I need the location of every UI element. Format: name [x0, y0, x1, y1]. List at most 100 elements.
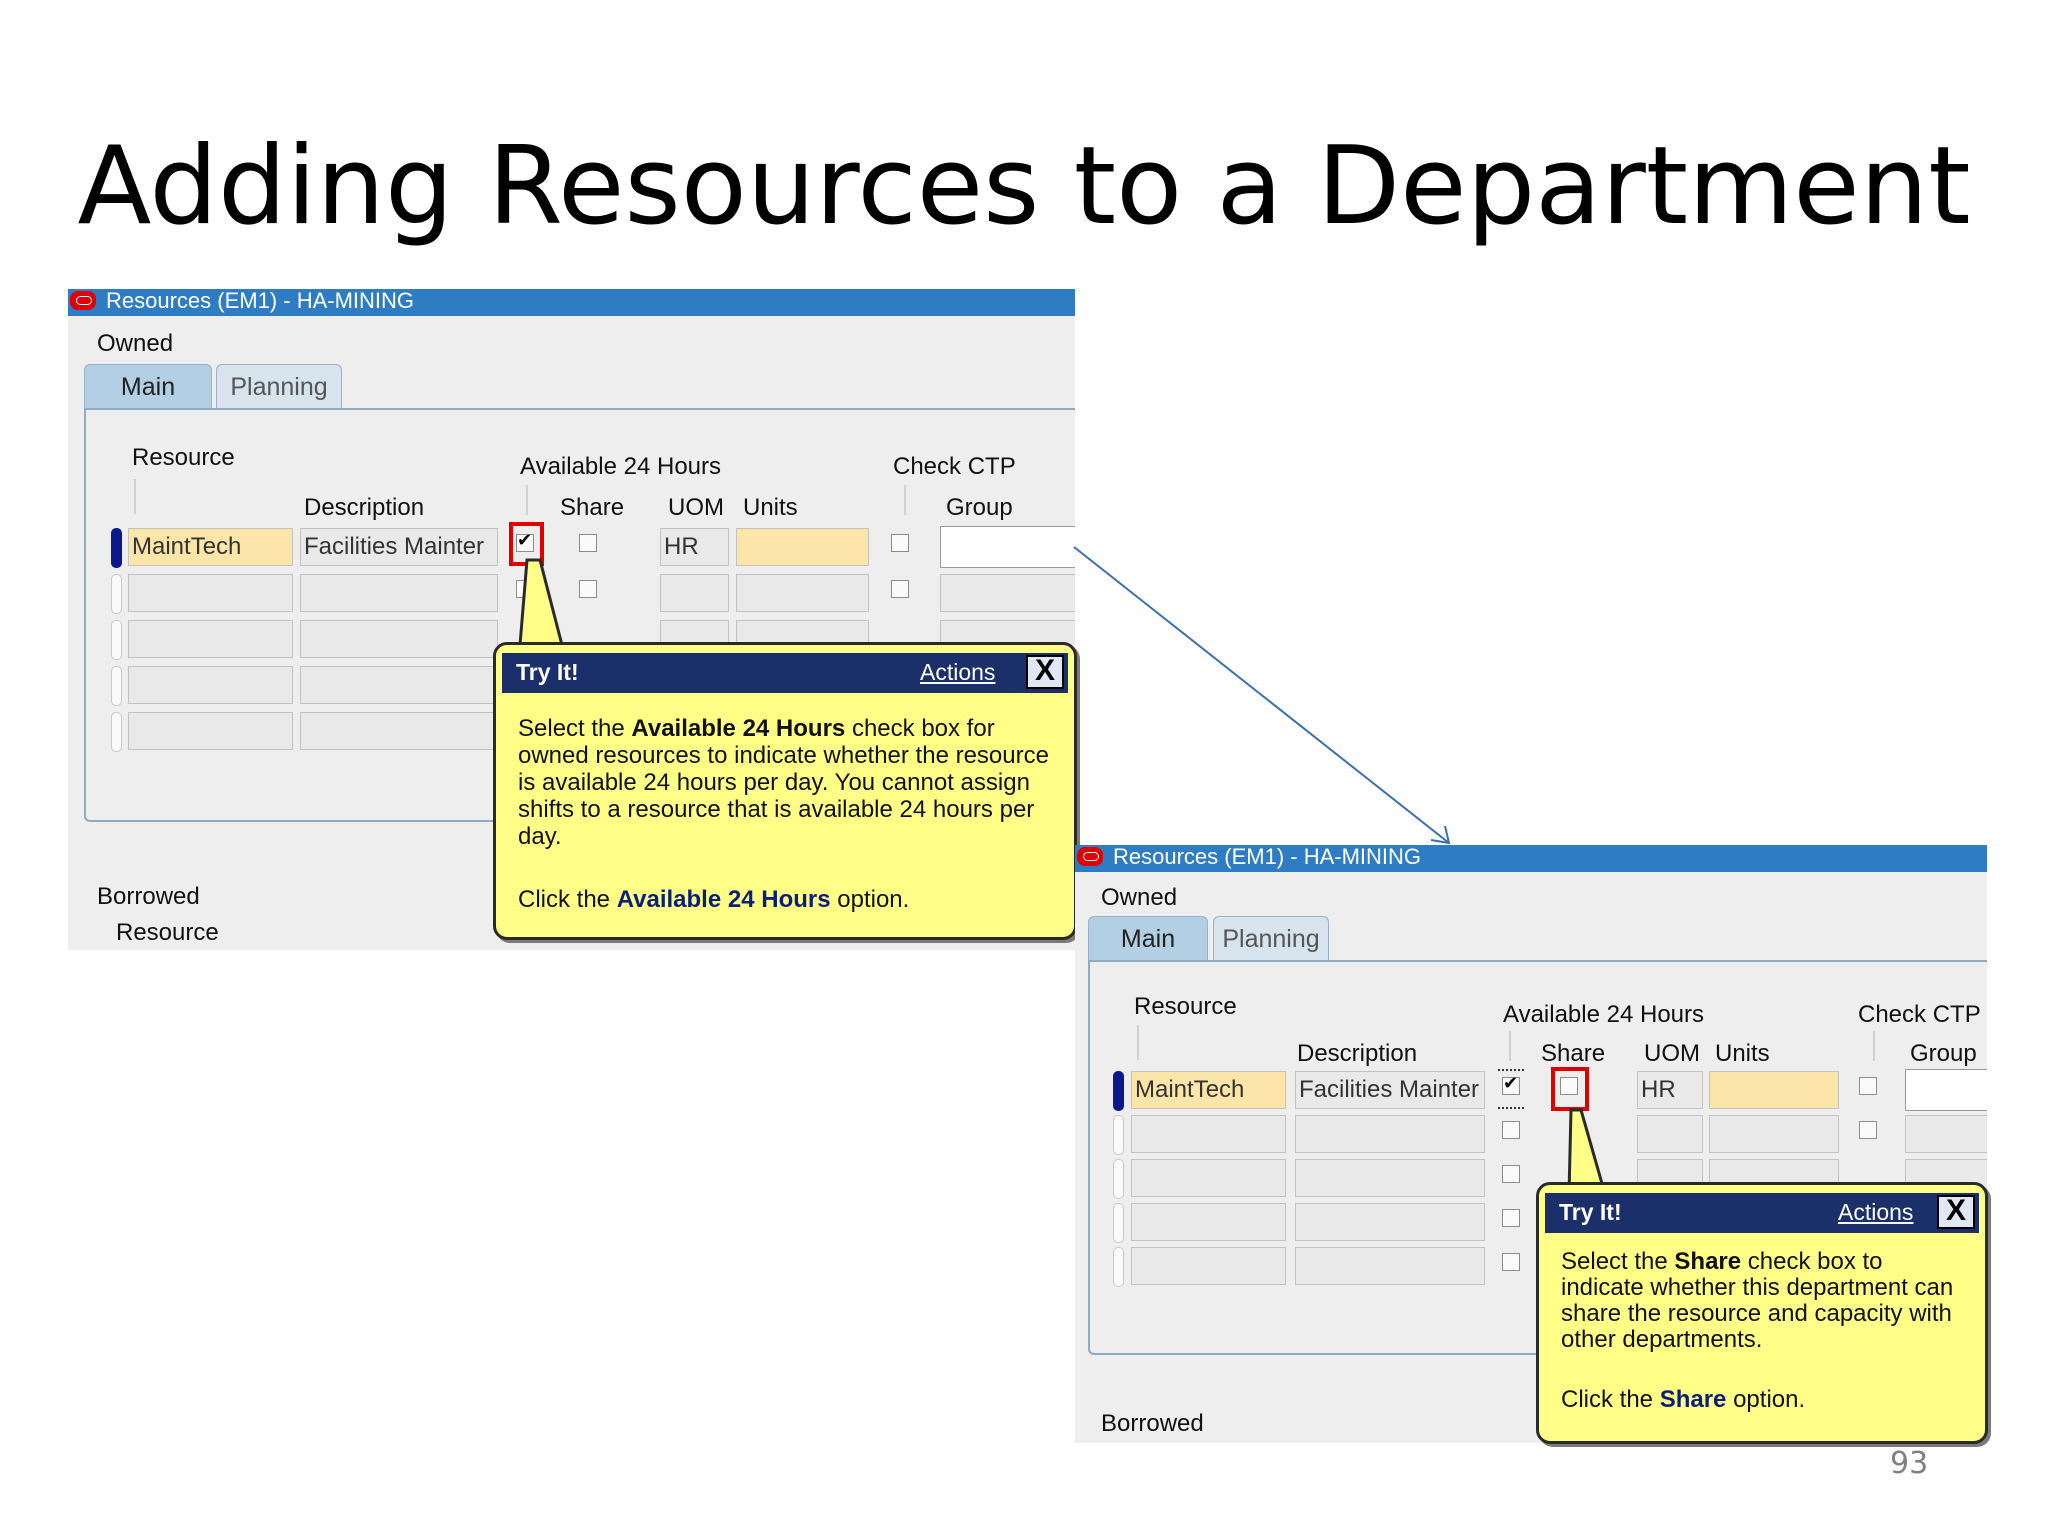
callout-action-text: Click the Share option.: [1561, 1386, 1806, 1413]
resource-field[interactable]: [128, 620, 293, 658]
row-indicator[interactable]: [111, 620, 122, 660]
description-field[interactable]: [300, 666, 498, 704]
available-24-hours-checkbox[interactable]: [1502, 1209, 1520, 1227]
description-header: Description: [1297, 1040, 1418, 1067]
row-indicator[interactable]: [1113, 1159, 1124, 1199]
check-ctp-header: Check CTP: [893, 453, 1016, 480]
window-titlebar: Resources (EM1) - HA-MINING: [1075, 845, 1987, 872]
column-separator: [1873, 1031, 1875, 1061]
column-separator: [1509, 1031, 1511, 1061]
share-header: Share: [1541, 1040, 1606, 1067]
check-ctp-checkbox[interactable]: [1859, 1121, 1877, 1139]
row-indicator[interactable]: [111, 666, 122, 706]
try-it-title: Try It!: [1559, 1199, 1622, 1225]
resource-field[interactable]: [128, 574, 293, 612]
resource-field[interactable]: [1131, 1247, 1286, 1285]
page-number: 93: [1890, 1446, 1929, 1481]
tab-main[interactable]: Main: [1088, 916, 1208, 961]
units-header: Units: [1715, 1040, 1770, 1067]
actions-link[interactable]: Actions: [920, 659, 995, 686]
window-titlebar: Resources (EM1) - HA-MINING: [68, 289, 1075, 316]
resource-field[interactable]: [128, 666, 293, 704]
description-field[interactable]: Facilities Mainter: [300, 528, 498, 566]
group-header: Group: [1910, 1040, 1977, 1067]
group-field[interactable]: [1905, 1069, 1987, 1111]
current-row-indicator[interactable]: [111, 528, 122, 568]
description-field[interactable]: [300, 574, 498, 612]
resource-field[interactable]: [1131, 1115, 1286, 1153]
close-icon[interactable]: X: [1026, 655, 1064, 689]
available-24-hours-checkbox[interactable]: [1502, 1073, 1520, 1095]
row-indicator[interactable]: [111, 712, 122, 752]
resource-field[interactable]: MaintTech: [1131, 1071, 1286, 1109]
slide-title: Adding Resources to a Department: [77, 124, 1971, 249]
resource-field[interactable]: [128, 712, 293, 750]
tab-planning[interactable]: Planning: [216, 364, 342, 409]
description-field[interactable]: [300, 620, 498, 658]
group-field[interactable]: [940, 526, 1075, 568]
column-separator: [134, 479, 136, 514]
share-checkbox[interactable]: [579, 534, 597, 552]
group-field[interactable]: [1905, 1115, 1987, 1153]
description-header: Description: [304, 494, 425, 521]
description-field[interactable]: Facilities Mainter: [1295, 1071, 1485, 1109]
focus-indicator: [1498, 1069, 1524, 1071]
uom-field[interactable]: HR: [660, 528, 729, 566]
column-separator: [526, 485, 528, 515]
check-ctp-checkbox[interactable]: [891, 580, 909, 598]
group-field[interactable]: [940, 574, 1075, 612]
check-ctp-checkbox[interactable]: [1859, 1077, 1877, 1095]
group-header: Group: [946, 494, 1013, 521]
uom-field[interactable]: [660, 574, 729, 612]
window-title: Resources (EM1) - HA-MINING: [1113, 845, 1422, 869]
available-24-hours-checkbox[interactable]: [1502, 1165, 1520, 1183]
description-field[interactable]: [1295, 1115, 1485, 1153]
callout-instructions: Select the Available 24 Hours check box …: [518, 715, 1049, 850]
window-title: Resources (EM1) - HA-MINING: [106, 289, 415, 313]
borrowed-resource-label: Resource: [116, 919, 219, 946]
close-icon[interactable]: X: [1937, 1195, 1975, 1229]
highlight-box: [1551, 1067, 1589, 1111]
available-24-hours-checkbox[interactable]: [1502, 1121, 1520, 1139]
units-field[interactable]: [1709, 1071, 1839, 1109]
actions-link[interactable]: Actions: [1838, 1199, 1913, 1226]
callout-header: Try It! Actions X: [502, 653, 1068, 693]
description-field[interactable]: [1295, 1203, 1485, 1241]
units-field[interactable]: [1709, 1115, 1839, 1153]
try-it-callout-2: Try It! Actions X Select the Share check…: [1536, 1182, 1988, 1444]
description-field[interactable]: [300, 712, 498, 750]
row-indicator[interactable]: [1113, 1203, 1124, 1243]
check-ctp-checkbox[interactable]: [891, 534, 909, 552]
units-field[interactable]: [736, 574, 869, 612]
resource-field[interactable]: [1131, 1203, 1286, 1241]
callout-header: Try It! Actions X: [1545, 1193, 1979, 1233]
check-ctp-header: Check CTP: [1858, 1001, 1981, 1028]
column-separator: [1137, 1025, 1139, 1060]
row-indicator[interactable]: [111, 574, 122, 614]
available-24-hours-header: Available 24 Hours: [1503, 1001, 1705, 1028]
uom-field[interactable]: [1637, 1115, 1703, 1153]
current-row-indicator[interactable]: [1113, 1071, 1124, 1111]
callout-instructions: Select the Share check box to indicate w…: [1561, 1248, 1954, 1353]
row-indicator[interactable]: [1113, 1247, 1124, 1287]
available-24-hours-header: Available 24 Hours: [520, 453, 722, 480]
borrowed-label: Borrowed: [1101, 1410, 1204, 1437]
column-separator: [904, 485, 906, 515]
units-field[interactable]: [736, 528, 869, 566]
uom-header: UOM: [668, 494, 724, 521]
uom-header: UOM: [1644, 1040, 1700, 1067]
uom-field[interactable]: HR: [1637, 1071, 1703, 1109]
focus-indicator: [1498, 1107, 1524, 1109]
available-24-hours-checkbox[interactable]: [1502, 1253, 1520, 1271]
resource-field[interactable]: [1131, 1159, 1286, 1197]
tab-main[interactable]: Main: [84, 364, 212, 409]
resource-header: Resource: [132, 444, 235, 471]
resource-field[interactable]: MaintTech: [128, 528, 293, 566]
description-field[interactable]: [1295, 1247, 1485, 1285]
oracle-logo-icon: [1077, 847, 1103, 866]
row-indicator[interactable]: [1113, 1115, 1124, 1155]
oracle-logo-icon: [70, 291, 96, 310]
description-field[interactable]: [1295, 1159, 1485, 1197]
tab-planning[interactable]: Planning: [1213, 916, 1329, 961]
callout-action-text: Click the Available 24 Hours option.: [518, 886, 910, 913]
